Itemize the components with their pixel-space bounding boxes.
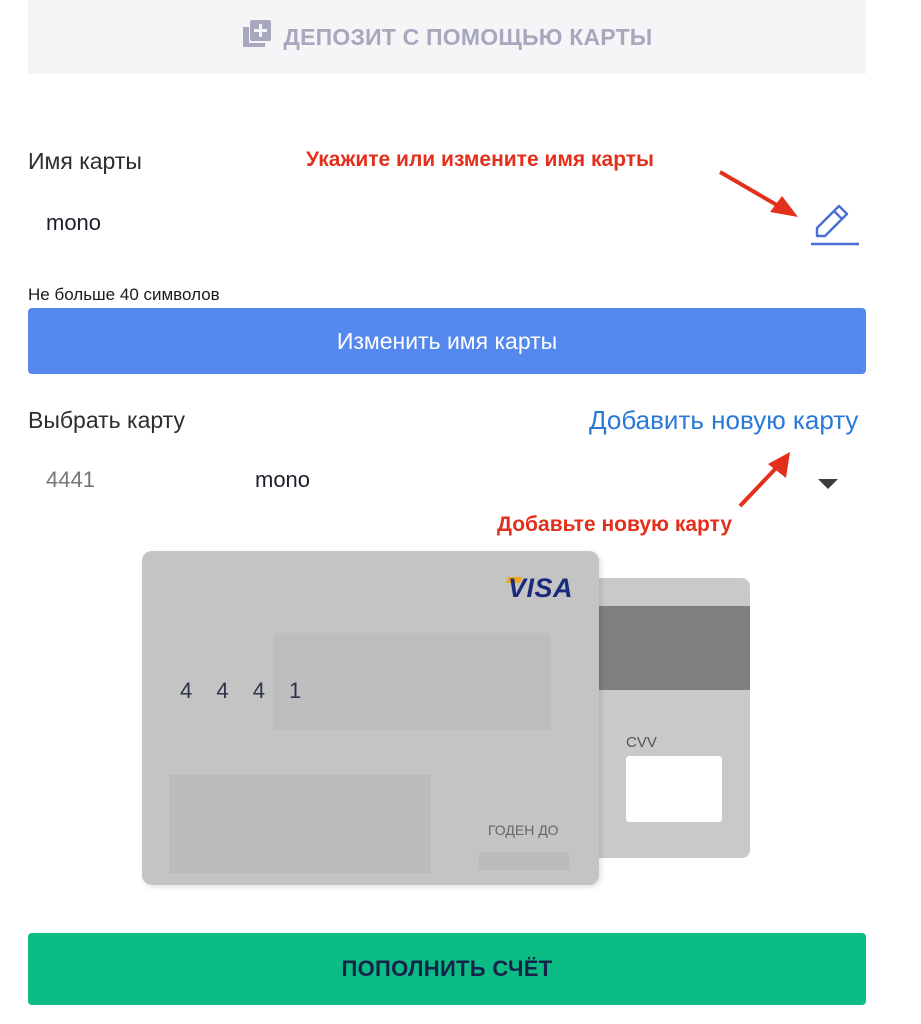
- deposit-tab-label: ДЕПОЗИТ С ПОМОЩЬЮ КАРТЫ: [283, 23, 653, 50]
- visa-logo: VISA: [507, 573, 573, 603]
- pencil-icon[interactable]: [805, 198, 865, 250]
- card-name-label: Имя карты: [28, 148, 142, 174]
- card-front-preview: VISA 4 4 4 1 ГОДЕН ДО: [142, 551, 599, 885]
- card-name-hint: Не больше 40 символов: [28, 285, 220, 304]
- expiry-redacted: [479, 852, 569, 870]
- annotation-arrow-icon: [738, 452, 790, 508]
- deposit-tab[interactable]: ДЕПОЗИТ С ПОМОЩЬЮ КАРТЫ: [28, 0, 866, 74]
- select-card-label: Выбрать карту: [28, 407, 185, 433]
- cvv-label: CVV: [626, 734, 657, 751]
- cvv-field[interactable]: [626, 756, 722, 822]
- card-name-annotation: Укажите или измените имя карты: [306, 148, 654, 171]
- selected-card-name[interactable]: mono: [255, 467, 310, 493]
- cardholder-redacted: [169, 775, 431, 873]
- card-name-input[interactable]: mono: [46, 210, 101, 236]
- card-back-preview: CVV: [590, 578, 750, 858]
- card-number-redacted: [273, 633, 551, 730]
- add-to-queue-icon: [242, 19, 272, 55]
- add-new-card-link[interactable]: Добавить новую карту: [589, 405, 858, 436]
- magnetic-stripe: [590, 606, 750, 690]
- selected-card-number[interactable]: 4441: [46, 467, 95, 493]
- annotation-arrow-icon: [718, 170, 798, 217]
- rename-card-button[interactable]: Изменить имя карты: [28, 308, 866, 374]
- expiry-label: ГОДЕН ДО: [488, 822, 559, 838]
- caret-down-icon[interactable]: [818, 479, 838, 491]
- add-card-annotation: Добавьте новую карту: [497, 513, 733, 536]
- topup-button[interactable]: ПОПОЛНИТЬ СЧЁТ: [28, 933, 866, 1005]
- card-number-visible: 4 4 4 1: [180, 678, 311, 703]
